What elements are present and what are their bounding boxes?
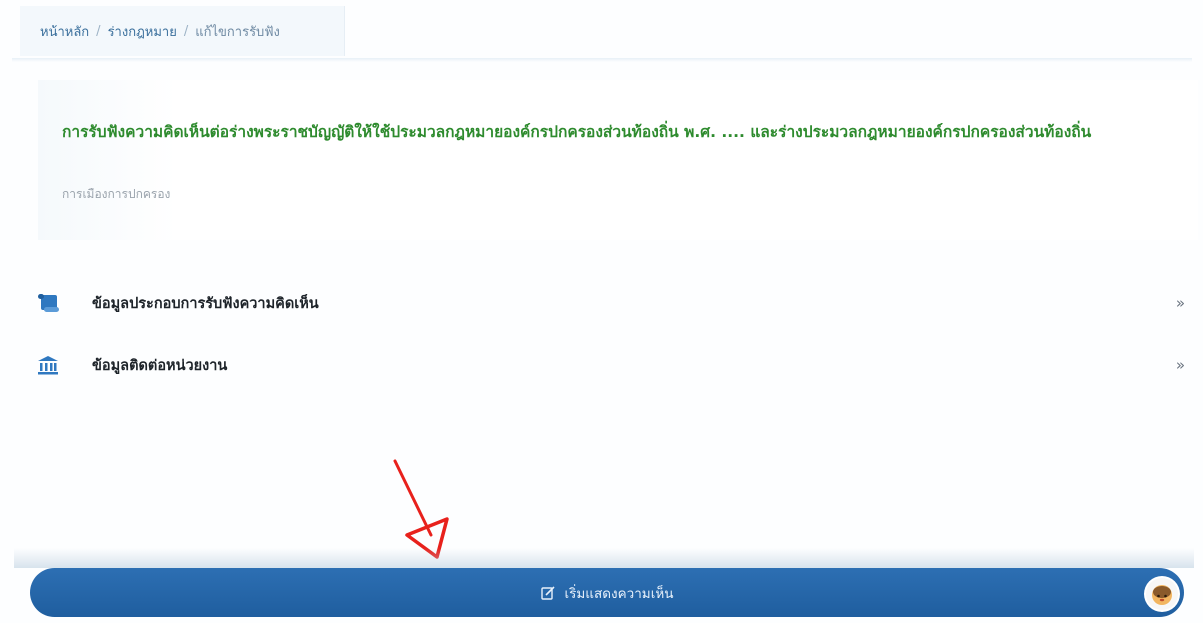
start-commenting-button[interactable]: เริ่มแสดงความเห็น <box>30 568 1184 617</box>
avatar[interactable] <box>1146 578 1178 610</box>
breadcrumb: หน้าหลัก / ร่างกฎหมาย / แก้ไขการรับฟัง <box>20 6 345 56</box>
info-row-hearing-details[interactable]: ข้อมูลประกอบการรับฟังความคิดเห็น » <box>36 288 1191 318</box>
breadcrumb-draft-law[interactable]: ร่างกฎหมาย <box>108 21 177 42</box>
mascot-avatar-icon <box>1152 585 1172 605</box>
start-commenting-label: เริ่มแสดงความเห็น <box>564 585 674 602</box>
chevron-double-right-icon: » <box>1175 356 1185 374</box>
scroll-icon <box>36 291 60 315</box>
chevron-double-right-icon: » <box>1175 294 1185 312</box>
breadcrumb-edit-hearing: แก้ไขการรับฟัง <box>195 24 280 40</box>
page-title: การรับฟังความคิดเห็นต่อร่างพระราชบัญญัติ… <box>62 123 1092 141</box>
title-card <box>38 80 1198 240</box>
breadcrumb-separator: / <box>96 23 101 39</box>
action-bar-shadow <box>14 548 1194 568</box>
page: หน้าหลัก / ร่างกฎหมาย / แก้ไขการรับฟัง ก… <box>0 0 1203 623</box>
divider <box>12 58 1192 62</box>
breadcrumb-separator: / <box>183 23 189 39</box>
info-row-label: ข้อมูลติดต่อหน่วยงาน <box>92 357 228 374</box>
info-row-agency-contact[interactable]: ข้อมูลติดต่อหน่วยงาน » <box>36 350 1191 380</box>
category-label: การเมืองการปกครอง <box>62 187 171 201</box>
info-row-label: ข้อมูลประกอบการรับฟังความคิดเห็น <box>92 295 319 312</box>
breadcrumb-home[interactable]: หน้าหลัก <box>40 21 89 42</box>
government-building-icon <box>36 353 60 377</box>
edit-icon <box>540 585 555 600</box>
